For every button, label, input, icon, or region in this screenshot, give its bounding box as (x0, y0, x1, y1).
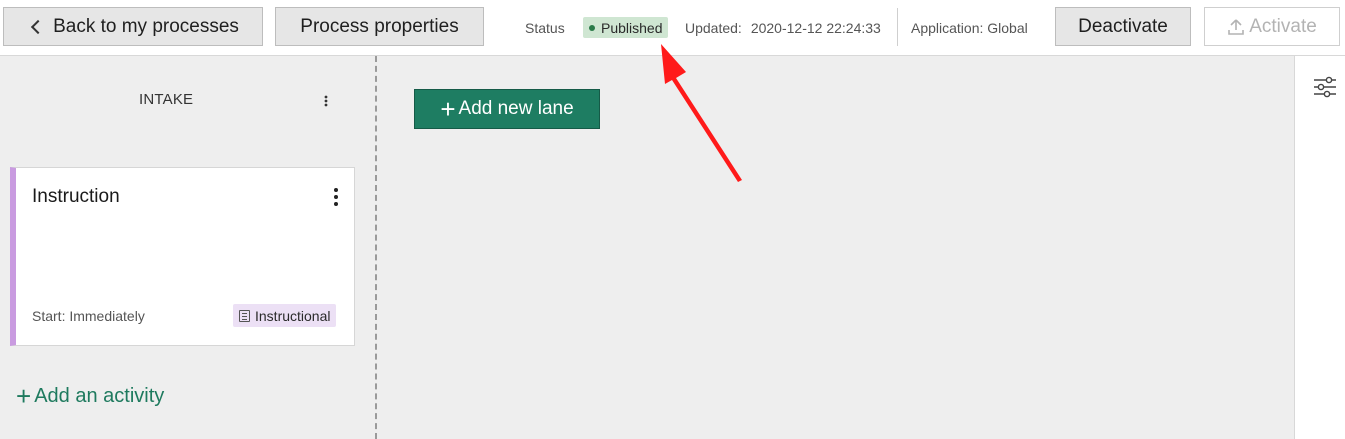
upload-icon (1228, 18, 1245, 35)
document-icon (239, 309, 250, 322)
activate-button[interactable]: Activate (1204, 7, 1340, 46)
updated-info: Updated: 2020-12-12 22:24:33 (685, 0, 881, 56)
updated-timestamp: 2020-12-12 22:24:33 (750, 20, 881, 36)
application-info: Application: Global (911, 20, 1028, 36)
process-properties-label: Process properties (300, 15, 459, 37)
add-activity-label: Add an activity (34, 384, 165, 407)
activity-menu-button[interactable] (328, 188, 344, 206)
toolbar-divider (897, 8, 898, 46)
kebab-icon (324, 95, 328, 107)
lane-separator (375, 56, 377, 439)
sliders-icon[interactable] (1313, 76, 1337, 98)
activate-label: Activate (1249, 15, 1317, 37)
kebab-dot (334, 188, 338, 192)
chevron-left-icon (31, 19, 46, 34)
lane-menu-button[interactable] (318, 92, 334, 110)
activity-start-text: Start: Immediately (32, 308, 145, 324)
back-to-processes-button[interactable]: Back to my processes (3, 7, 263, 46)
plus-icon: + (440, 94, 456, 124)
process-properties-button[interactable]: Process properties (275, 7, 484, 46)
deactivate-button[interactable]: Deactivate (1055, 7, 1191, 46)
add-activity-link[interactable]: + Add an activity (16, 383, 164, 409)
kebab-dot (334, 202, 338, 206)
activity-type-tag: Instructional (233, 304, 337, 327)
kebab-dot (334, 195, 338, 199)
status-value: Published (601, 19, 663, 36)
plus-icon: + (16, 381, 32, 411)
top-toolbar: Back to my processes Process properties … (0, 0, 1345, 56)
status-badge: Published (583, 17, 668, 38)
right-side-panel (1294, 56, 1345, 439)
updated-label: Updated: (685, 20, 742, 36)
add-new-lane-button[interactable]: + Add new lane (414, 89, 600, 129)
lane-title: INTAKE (139, 91, 194, 108)
activity-type-label: Instructional (255, 307, 331, 324)
status-dot-icon (589, 24, 595, 31)
back-button-label: Back to my processes (53, 15, 239, 37)
activity-card[interactable]: Instruction Start: Immediately Instructi… (10, 167, 355, 346)
status-label: Status (525, 20, 565, 36)
add-lane-label: Add new lane (458, 98, 574, 119)
deactivate-label: Deactivate (1078, 15, 1168, 37)
activity-title: Instruction (32, 186, 120, 207)
